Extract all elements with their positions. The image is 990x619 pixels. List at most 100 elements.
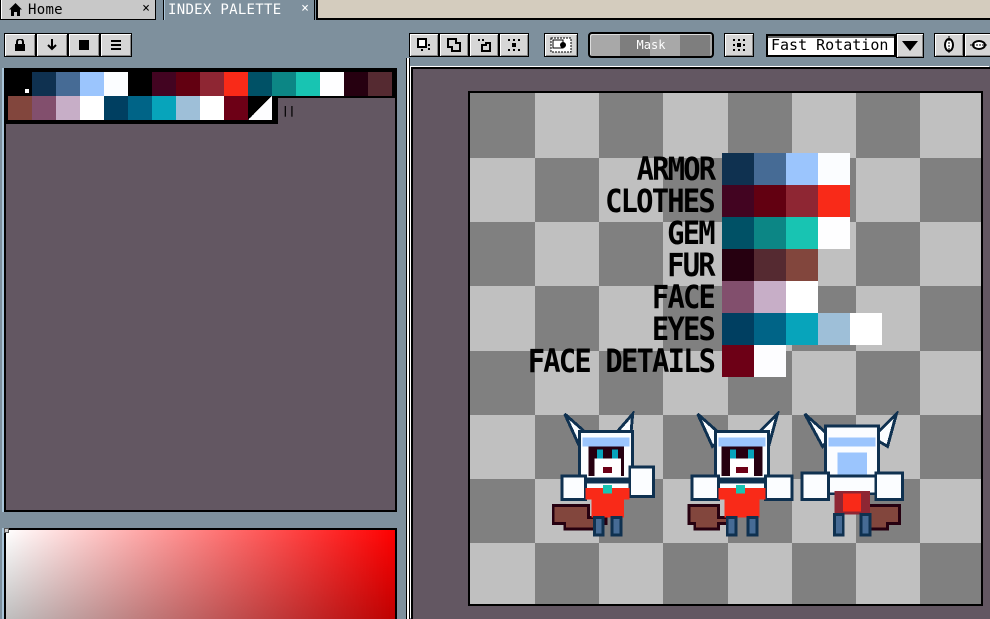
flip-vertical-button[interactable] [964,33,990,57]
checker-cell [855,542,921,604]
palette-swatch[interactable] [56,96,80,120]
select-shape-button[interactable] [439,33,469,57]
legend-swatch [818,313,850,345]
square-button[interactable] [68,33,100,57]
palette-swatch[interactable] [32,72,56,96]
palette-swatch[interactable] [200,96,224,120]
palette-swatch[interactable] [224,72,248,96]
legend-label: GEM [667,214,715,252]
palette-swatch[interactable] [248,72,272,96]
palette-swatch[interactable] [128,96,152,120]
lock-icon [15,39,25,51]
palette-swatch[interactable] [344,72,368,96]
select-intersect-button[interactable] [499,33,529,57]
down-arrow-button[interactable] [36,33,68,57]
legend-swatch [786,185,818,217]
sprite-front-center [687,411,794,537]
checker-cell [534,221,599,287]
palette-swatch[interactable] [248,96,272,120]
select-subtract-button[interactable] [469,33,499,57]
legend-swatch [786,153,818,185]
palette-panel: || [4,68,397,512]
palette-swatch[interactable] [176,96,200,120]
sprite-head [824,424,881,481]
checker-cell [534,285,599,351]
legend-swatch [722,345,754,377]
palette-swatch[interactable] [320,72,344,96]
select-invert-button[interactable] [544,33,578,57]
grid-group [724,33,754,57]
palette-swatch[interactable] [176,72,200,96]
legend-swatch [722,153,754,185]
legend-swatch [818,185,850,217]
legend-swatch [722,281,754,313]
legend-swatch [754,185,786,217]
palette-swatch[interactable] [80,72,104,96]
sprite-tail [687,504,732,531]
mask-label: Mask [636,38,666,52]
palette-swatch[interactable] [8,72,32,96]
legend-swatch [850,313,882,345]
palette-swatch[interactable] [80,96,104,120]
selected-swatch-indicator [25,89,29,93]
panel-splitter[interactable] [406,58,410,619]
palette-swatch[interactable] [104,96,128,120]
checker-cell [919,350,981,415]
color-picker-cursor[interactable] [4,528,9,533]
lock-button[interactable] [4,33,36,57]
palette-swatch[interactable] [200,72,224,96]
rotation-mode-select[interactable]: Fast Rotation [766,34,896,57]
sprite-head [713,430,771,481]
checker-cell [470,350,535,415]
palette-swatch[interactable] [104,72,128,96]
legend-label: EYES [651,310,716,348]
checker-cell [791,350,856,415]
color-picker-gradient[interactable] [4,528,397,619]
legend-swatch [754,153,786,185]
close-icon[interactable]: × [301,1,309,16]
checker-cell [919,157,981,222]
palette-swatch[interactable] [8,96,32,120]
close-icon[interactable]: × [142,1,150,16]
legend-swatch [722,217,754,249]
palette-end-marker: || [282,104,296,117]
select-intersect-icon [508,39,520,51]
select-rect-icon [417,38,430,51]
checker-cell [534,542,599,604]
tab-bar-empty [316,0,990,20]
grid-button[interactable] [724,33,754,57]
palette-swatch[interactable] [32,96,56,120]
palette-swatch[interactable] [368,72,392,96]
tab-index-palette[interactable]: INDEX PALETTE × [163,0,315,20]
grid-icon [733,39,745,51]
palette-swatch[interactable] [56,72,80,96]
palette-swatch[interactable] [128,72,152,96]
palette-swatch[interactable] [272,72,296,96]
select-invert-group [544,33,578,57]
checker-cell [919,542,981,604]
rotation-mode-dropdown-button[interactable] [896,33,924,58]
checker-cell [662,93,728,158]
menu-button[interactable] [100,33,132,57]
palette-toolbar [4,33,132,57]
square-icon [79,40,89,50]
palette-swatch[interactable] [224,96,248,120]
tab-home[interactable]: Home × [0,0,156,20]
image-canvas[interactable]: ARMOR CLOTHES GEM FUR FACE EYES FACE DETAILS [468,91,983,606]
palette-row [8,96,392,120]
mask-button[interactable]: Mask [588,32,714,58]
checker-cell [470,285,535,351]
palette-swatch[interactable] [152,96,176,120]
legend-swatch [754,249,786,281]
checker-cell [598,93,664,158]
legend-swatch [786,313,818,345]
palette-swatch[interactable] [296,72,320,96]
checker-cell [855,221,921,287]
checker-cell [919,478,981,544]
checker-cell [855,157,921,222]
flip-horizontal-button[interactable] [934,33,964,57]
palette-swatch[interactable] [152,72,176,96]
palette-grid [8,72,392,120]
select-rect-button[interactable] [409,33,439,57]
checker-cell [534,93,599,158]
